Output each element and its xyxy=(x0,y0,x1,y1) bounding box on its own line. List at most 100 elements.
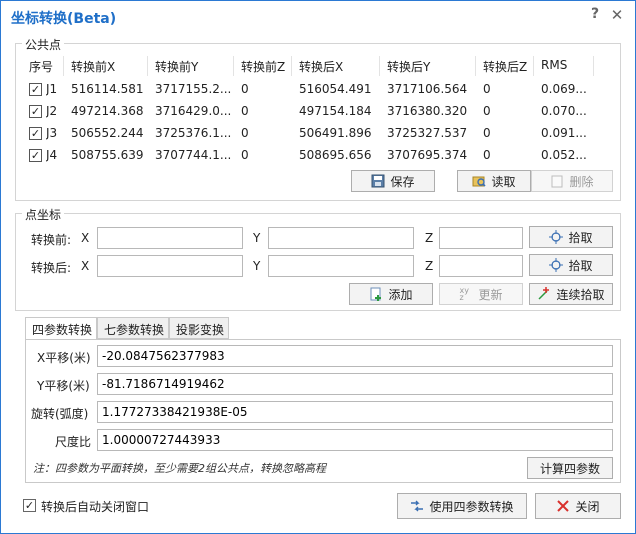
continuous-pick-icon xyxy=(537,287,551,301)
help-icon[interactable]: ? xyxy=(587,6,603,26)
after-y-label: Y xyxy=(253,259,261,273)
before-y-input[interactable] xyxy=(268,227,414,249)
cell-after-x: 516054.491 xyxy=(299,82,372,96)
add-icon xyxy=(369,287,383,301)
open-folder-icon xyxy=(472,174,487,188)
pick-before-button[interactable]: 拾取 xyxy=(529,226,613,248)
pick-before-label: 拾取 xyxy=(568,230,593,245)
row-checkbox[interactable]: ✓ xyxy=(29,105,42,118)
col-header-after-x: 转换后X xyxy=(299,60,344,74)
row-checkbox[interactable]: ✓ xyxy=(29,127,42,140)
tab-four-param[interactable]: 四参数转换 xyxy=(25,317,97,340)
auto-close-checkbox[interactable]: ✓ xyxy=(23,499,36,512)
before-z-label: Z xyxy=(425,231,434,245)
cell-after-y: 3717106.564 xyxy=(387,82,468,96)
after-y-input[interactable] xyxy=(268,255,414,277)
table-row[interactable]: ✓ J3 506552.244 3725376.1... 0 506491.89… xyxy=(25,123,595,145)
point-coords-title: 点坐标 xyxy=(22,206,65,223)
cell-before-y: 3725376.1... xyxy=(155,126,231,140)
table-row[interactable]: ✓ J1 516114.581 3717155.2... 0 516054.49… xyxy=(25,79,595,101)
rotation-input[interactable] xyxy=(97,401,613,423)
row-checkbox[interactable]: ✓ xyxy=(29,83,42,96)
before-x-input[interactable] xyxy=(97,227,243,249)
table-row[interactable]: ✓ J2 497214.368 3716429.0... 0 497154.18… xyxy=(25,101,595,123)
col-header-rms: RMS xyxy=(541,58,568,72)
cell-rms: 0.052... xyxy=(541,148,587,162)
cell-after-z: 0 xyxy=(483,82,491,96)
cell-after-x: 497154.184 xyxy=(299,104,372,118)
delete-button[interactable]: 删除 xyxy=(531,170,613,192)
cell-before-z: 0 xyxy=(241,126,249,140)
cell-before-z: 0 xyxy=(241,82,249,96)
cell-rms: 0.069... xyxy=(541,82,587,96)
continuous-pick-label: 连续拾取 xyxy=(556,287,605,302)
close-button[interactable]: 关闭 xyxy=(535,493,621,519)
close-x-icon xyxy=(556,499,570,513)
pick-after-button[interactable]: 拾取 xyxy=(529,254,613,276)
before-z-input[interactable] xyxy=(439,227,523,249)
col-header-after-z: 转换后Z xyxy=(483,60,528,74)
cell-after-x: 506491.896 xyxy=(299,126,372,140)
use-four-param-button[interactable]: 使用四参数转换 xyxy=(397,493,527,519)
save-button[interactable]: 保存 xyxy=(351,170,435,192)
use-four-param-label: 使用四参数转换 xyxy=(429,499,514,514)
coordinate-transform-dialog: 坐标转换(Beta) ? ✕ 公共点 序号 转换前X 转换前Y 转换前Z 转换后… xyxy=(0,0,636,534)
save-icon xyxy=(371,174,385,188)
pick-after-label: 拾取 xyxy=(568,258,593,273)
cell-before-x: 506552.244 xyxy=(71,126,144,140)
table-row[interactable]: ✓ J4 508755.639 3707744.1... 0 508695.65… xyxy=(25,145,595,167)
x-shift-input[interactable] xyxy=(97,345,613,367)
cell-before-z: 0 xyxy=(241,104,249,118)
after-x-label: X xyxy=(81,259,90,273)
cell-after-y: 3725327.537 xyxy=(387,126,468,140)
scale-input[interactable] xyxy=(97,429,613,451)
header-divider xyxy=(379,56,380,76)
cell-after-x: 508695.656 xyxy=(299,148,372,162)
after-z-input[interactable] xyxy=(439,255,523,277)
title-bar[interactable]: 坐标转换(Beta) ? ✕ xyxy=(1,1,635,31)
col-header-index: 序号 xyxy=(29,60,54,74)
close-icon[interactable]: ✕ xyxy=(609,6,625,26)
col-header-before-z: 转换前Z xyxy=(241,60,286,74)
auto-close-label: 转换后自动关闭窗口 xyxy=(41,500,150,514)
window-title: 坐标转换(Beta) xyxy=(11,11,117,27)
cell-id: J1 xyxy=(46,82,58,96)
delete-icon xyxy=(550,174,564,188)
delete-label: 删除 xyxy=(569,174,594,189)
col-header-after-y: 转换后Y xyxy=(387,60,431,74)
row-checkbox[interactable]: ✓ xyxy=(29,149,42,162)
read-label: 读取 xyxy=(491,174,516,189)
read-button[interactable]: 读取 xyxy=(457,170,531,192)
crosshair-icon xyxy=(549,230,564,244)
cell-before-y: 3707744.1... xyxy=(155,148,231,162)
cell-after-z: 0 xyxy=(483,148,491,162)
header-divider xyxy=(233,56,234,76)
tab-seven-param[interactable]: 七参数转换 xyxy=(97,317,169,339)
x-shift-label: X平移(米) xyxy=(37,351,91,365)
before-y-label: Y xyxy=(253,231,261,245)
continuous-pick-button[interactable]: 连续拾取 xyxy=(529,283,613,305)
cell-before-x: 497214.368 xyxy=(71,104,144,118)
add-button[interactable]: 添加 xyxy=(349,283,433,305)
update-button[interactable]: xy z 更新 xyxy=(439,283,523,305)
cell-after-z: 0 xyxy=(483,104,491,118)
after-x-input[interactable] xyxy=(97,255,243,277)
header-divider xyxy=(475,56,476,76)
header-divider xyxy=(63,56,64,76)
header-divider xyxy=(593,56,594,76)
add-label: 添加 xyxy=(388,287,413,302)
col-header-before-x: 转换前X xyxy=(71,60,116,74)
after-label: 转换后: xyxy=(31,261,72,275)
save-label: 保存 xyxy=(390,174,415,189)
crosshair-icon xyxy=(549,258,564,272)
y-shift-input[interactable] xyxy=(97,373,613,395)
rotation-label: 旋转(弧度) xyxy=(31,407,89,421)
before-label: 转换前: xyxy=(31,233,72,247)
calc-four-param-button[interactable]: 计算四参数 xyxy=(527,457,613,479)
four-param-note: 注：四参数为平面转换，至少需要2组公共点，转换忽略高程 xyxy=(33,462,326,475)
cell-before-x: 508755.639 xyxy=(71,148,144,162)
before-x-label: X xyxy=(81,231,90,245)
update-label: 更新 xyxy=(478,287,503,302)
common-points-title: 公共点 xyxy=(22,36,65,53)
tab-projection[interactable]: 投影变换 xyxy=(169,317,229,339)
